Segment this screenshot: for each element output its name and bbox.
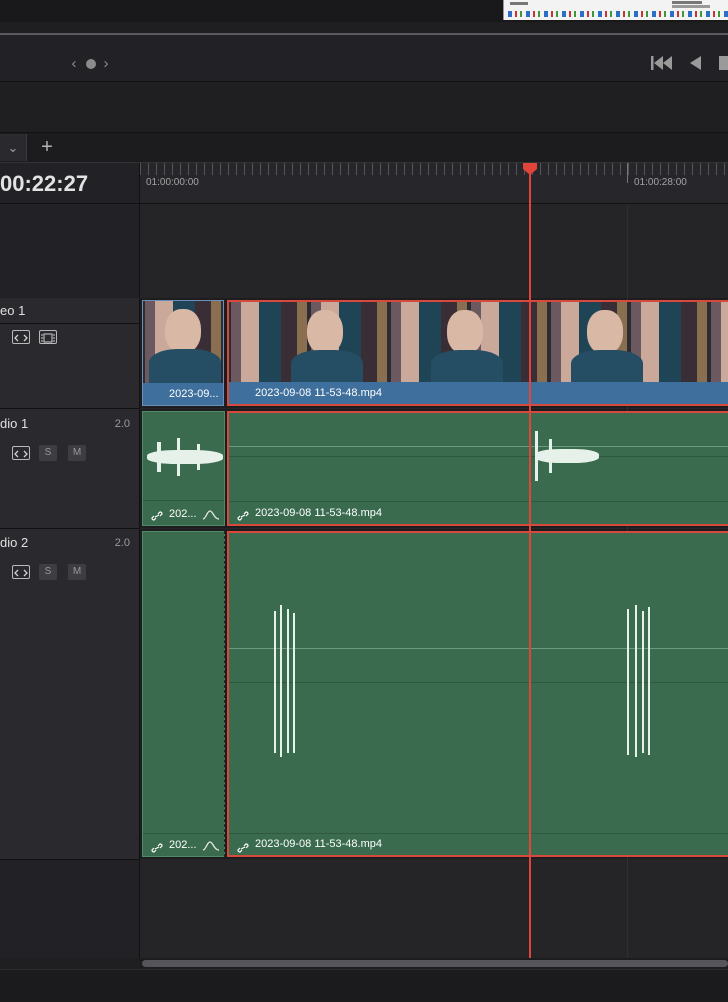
play-reverse-icon[interactable] — [688, 55, 702, 71]
audio-clip[interactable]: 202... — [142, 531, 225, 857]
ruler-label: 01:00:28:00 — [634, 177, 687, 188]
waveform — [274, 611, 276, 753]
go-to-start-icon[interactable] — [651, 55, 673, 71]
video-clip[interactable]: 2023-09... — [142, 300, 224, 406]
add-timeline-icon[interactable]: + — [36, 134, 58, 161]
audio-clip-selected[interactable]: 2023-09-08 11-53-48.mp4 — [227, 531, 728, 857]
video-clip-selected[interactable]: 2023-09-08 11-53-48.mp4 — [227, 300, 728, 406]
track-header-empty — [0, 204, 140, 297]
clip-name: 202... — [169, 839, 197, 851]
track-header-audio-2[interactable]: dio 2 2.0 S M — [0, 529, 140, 860]
clip-thumbnails — [229, 302, 728, 384]
solo-button[interactable]: S — [39, 564, 57, 580]
waveform — [635, 605, 637, 757]
clip-thumbnails — [143, 301, 223, 383]
screen-thumbnail — [503, 0, 728, 20]
clip-name: 2023-09-08 11-53-48.mp4 — [255, 838, 382, 850]
mute-button[interactable]: M — [68, 564, 86, 580]
track-name: dio 1 — [0, 416, 29, 431]
divider — [0, 323, 139, 324]
waveform — [648, 607, 650, 755]
timecode-display: 00:22:27 — [0, 171, 89, 196]
waveform — [627, 609, 629, 755]
auto-select-icon[interactable] — [12, 330, 30, 344]
playhead-handle-icon[interactable] — [523, 163, 537, 175]
waveform — [535, 431, 538, 481]
chevron-left-icon[interactable]: ‹ — [68, 55, 80, 73]
auto-select-icon[interactable] — [12, 565, 30, 579]
clip-name: 202... — [169, 508, 197, 520]
timeline-tab-row — [0, 133, 728, 163]
ruler-major-tick — [627, 163, 628, 183]
waveform — [642, 611, 644, 753]
track-header-audio-1[interactable]: dio 1 2.0 S M — [0, 409, 140, 529]
waveform — [157, 442, 161, 472]
channel-format: 2.0 — [114, 537, 130, 549]
edit-point[interactable] — [224, 531, 225, 857]
clip-name: 2023-09-08 11-53-48.mp4 — [255, 507, 382, 519]
chevron-right-icon[interactable]: › — [100, 55, 112, 73]
bottom-bar — [0, 969, 728, 1002]
playhead[interactable] — [529, 170, 531, 958]
clip-name: 2023-09-08 11-53-48.mp4 — [229, 382, 728, 404]
audio-clip[interactable]: 202... — [142, 411, 225, 526]
video-track-icon[interactable] — [39, 330, 57, 344]
ruler-label: 01:00:00:00 — [146, 177, 199, 188]
timeline-toolbar — [0, 82, 728, 133]
track-name: eo 1 — [0, 303, 26, 318]
chevron-down-icon[interactable]: ⌄ — [0, 134, 27, 161]
track-header-empty — [0, 860, 140, 958]
waveform — [549, 439, 552, 473]
waveform — [177, 438, 180, 476]
clip-name: 2023-09... — [143, 383, 223, 405]
waveform — [197, 444, 200, 470]
nav-dot-icon[interactable] — [86, 59, 96, 69]
audio-clip-selected[interactable]: 2023-09-08 11-53-48.mp4 — [227, 411, 728, 526]
stop-icon[interactable] — [719, 56, 728, 70]
waveform — [280, 605, 282, 757]
waveform — [293, 613, 295, 753]
waveform — [535, 449, 599, 463]
horizontal-scrollbar[interactable] — [142, 960, 728, 967]
ruler-ticks — [140, 163, 728, 175]
channel-format: 2.0 — [114, 418, 130, 430]
track-name: dio 2 — [0, 535, 29, 550]
waveform — [287, 609, 289, 753]
track-header-video-1[interactable]: eo 1 — [0, 298, 140, 409]
solo-button[interactable]: S — [39, 445, 57, 461]
auto-select-icon[interactable] — [12, 446, 30, 460]
mute-button[interactable]: M — [68, 445, 86, 461]
